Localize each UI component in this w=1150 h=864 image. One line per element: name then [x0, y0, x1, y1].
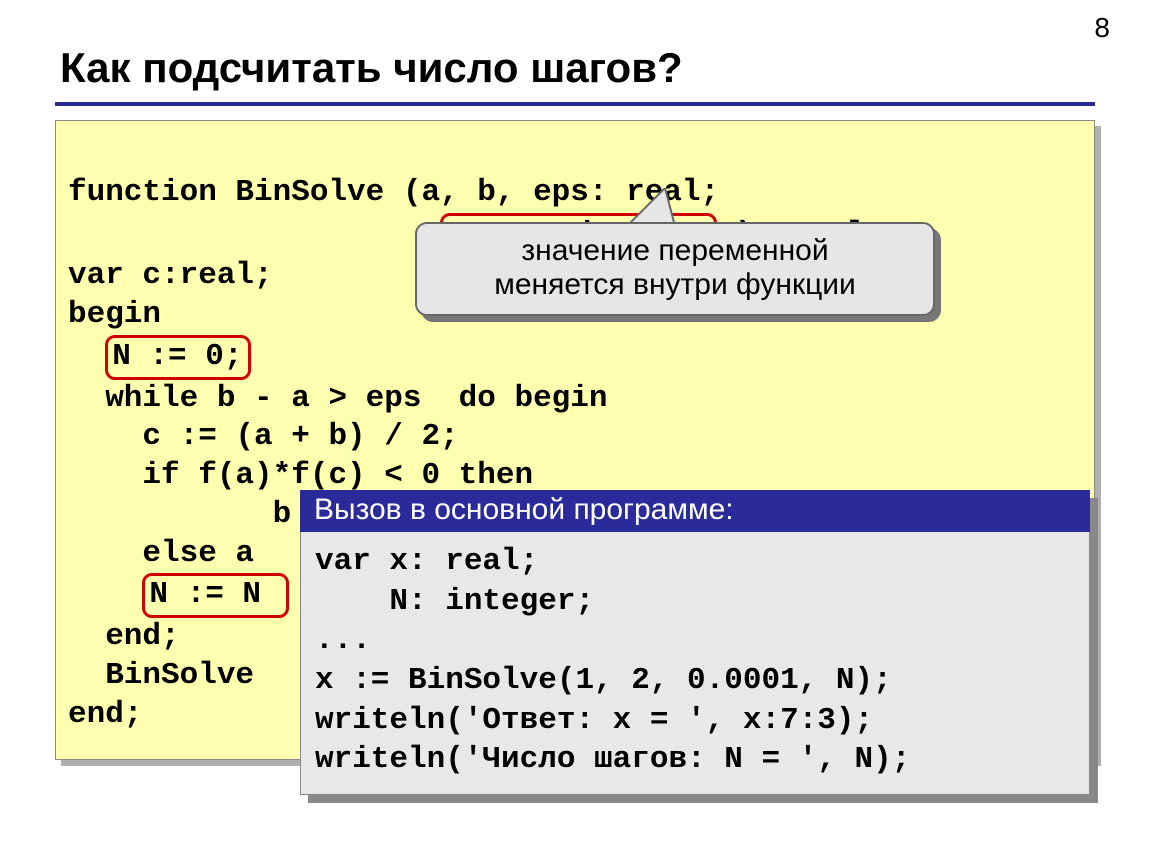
- code-line: if f(a)*f(c) < 0 then: [68, 458, 533, 493]
- page-number: 8: [1094, 12, 1110, 44]
- overlay-panel: Вызов в основной программе: var x: real;…: [300, 490, 1090, 795]
- code-line: c := (a + b) / 2;: [68, 419, 459, 454]
- code-line: var c:real;: [68, 258, 273, 293]
- overlay-line: x := BinSolve(1, 2, 0.0001, N);: [315, 663, 892, 698]
- overlay-line: ...: [315, 623, 371, 658]
- heading: Как подсчитать число шагов?: [60, 44, 683, 92]
- callout-note: значение переменной меняется внутри функ…: [415, 222, 935, 316]
- callout-line2: меняется внутри функции: [437, 268, 913, 302]
- heading-rule: [55, 102, 1095, 106]
- code-line: b: [68, 497, 310, 532]
- code-line: end;: [68, 697, 142, 732]
- code-line: [68, 577, 142, 612]
- callout-line1: значение переменной: [437, 234, 913, 268]
- code-line: BinSolve: [68, 658, 273, 693]
- overlay-title: Вызов в основной программе:: [300, 490, 1090, 532]
- overlay-line: var x: real;: [315, 544, 538, 579]
- code-line: else a: [68, 536, 273, 571]
- highlight-n-increment: N := N: [142, 573, 288, 618]
- overlay-code: var x: real; N: integer; ... x := BinSol…: [300, 532, 1090, 795]
- overlay-line: writeln('Число шагов: N = ', N);: [315, 742, 910, 777]
- highlight-n-zero: N := 0;: [105, 335, 251, 380]
- code-line: while b - a > eps do begin: [68, 381, 608, 416]
- code-line: [68, 339, 105, 374]
- overlay-line: N: integer;: [315, 584, 594, 619]
- overlay-line: writeln('Ответ: x = ', x:7:3);: [315, 703, 873, 738]
- code-line: begin: [68, 297, 161, 332]
- code-line: end;: [68, 619, 180, 654]
- code-line: [68, 217, 440, 252]
